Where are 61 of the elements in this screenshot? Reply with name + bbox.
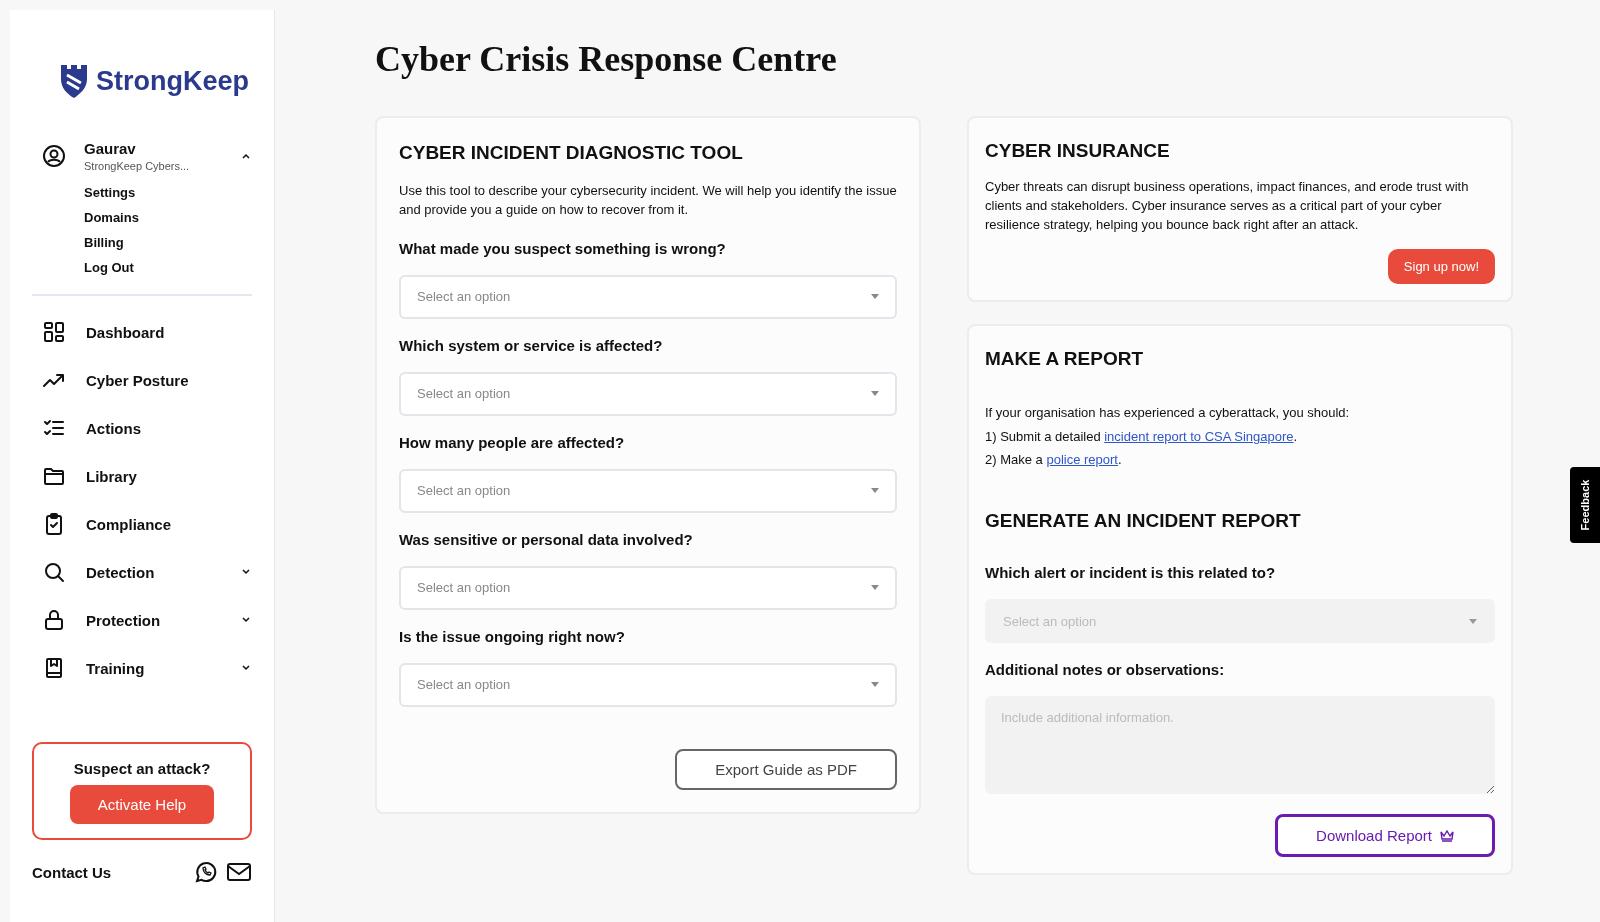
card-heading: MAKE A REPORT [985, 347, 1144, 370]
nav-link[interactable]: Actions [86, 419, 252, 437]
nav-link[interactable]: Library [86, 467, 252, 485]
question-label: What made you suspect something is wrong? [399, 239, 727, 257]
user-name: Gaurav [84, 140, 137, 157]
nav-link[interactable]: Protection [86, 611, 220, 629]
nav-link[interactable]: Detection [86, 563, 220, 581]
select-field[interactable]: Select an option [399, 662, 897, 707]
sign-up-button[interactable]: Sign up now! [1387, 248, 1495, 284]
caret-icon [871, 294, 879, 300]
caret-icon [1469, 618, 1477, 624]
question-label: Was sensitive or personal data involved? [399, 530, 694, 548]
nav-icon [42, 560, 66, 584]
caret-icon [871, 682, 879, 688]
export-pdf-button[interactable]: Export Guide as PDF [675, 748, 897, 790]
mail-icon[interactable] [226, 860, 252, 884]
question-label: How many people are affected? [399, 433, 626, 451]
question-label: Which system or service is affected? [399, 336, 664, 354]
nav-icon [42, 320, 66, 344]
profile-menu-item[interactable]: Settings [84, 180, 252, 205]
select-field[interactable]: Select an option [399, 371, 897, 416]
caret-icon [871, 585, 879, 591]
brand-name: StrongKeep [96, 65, 249, 97]
report-intro: If your organisation has experienced a cyberattack, you should: [985, 403, 1351, 422]
card-heading: CYBER INCIDENT DIAGNOSTIC TOOL [399, 142, 744, 164]
report-link[interactable]: incident report to CSA Singapore [1104, 429, 1294, 445]
select-field[interactable]: Select an option [399, 274, 897, 319]
page-title: Cyber Crisis Response Centre [375, 38, 838, 80]
profile-menu-item[interactable]: Domains [84, 205, 252, 230]
nav-link[interactable]: Dashboard [86, 323, 252, 341]
nav-link[interactable]: Training [86, 659, 220, 677]
insurance-text: Cyber threats can disrupt business operations, impact finances, and erode trust with clients and stakeholders. Cyber insurance serves as a critical part of your cyber resilience strategy, helping you bounce back right after an attack. [985, 178, 1470, 234]
caret-icon [871, 391, 879, 397]
user-circle-icon [42, 144, 66, 168]
activate-help-button[interactable]: Activate Help [69, 785, 215, 824]
select-field[interactable]: Select an option [399, 468, 897, 513]
question-label: Is the issue ongoing right now? [399, 627, 626, 645]
feedback-tab[interactable]: Feedback [1570, 467, 1600, 543]
report-step: 1) Submit a detailed incident report to CSA Singapore. [985, 428, 1495, 448]
select-field[interactable]: Select an option [399, 565, 897, 610]
question-label: Which alert or incident is this related to? [985, 564, 1277, 582]
nav-icon [42, 608, 66, 632]
organization-name: StrongKeep Cybers... [84, 160, 191, 172]
help-title: Suspect an attack? [73, 760, 211, 777]
report-step: 2) Make a police report. [985, 451, 1495, 471]
caret-icon [871, 488, 879, 494]
notes-field[interactable]: Include additional information. [985, 696, 1495, 795]
chat-bubble-phone-icon[interactable] [194, 860, 218, 884]
card-heading: GENERATE AN INCIDENT REPORT [985, 510, 1302, 533]
crown-icon [1440, 829, 1454, 842]
intro-text: Use this tool to describe your cybersecurity incident. We will help you identify the issue and provide you a guide on how to recover from it. [399, 182, 897, 219]
profile-menu-item[interactable]: Billing [84, 230, 252, 255]
contact-label: Contact Us [32, 863, 113, 881]
profile-menu-item[interactable]: Log Out [84, 255, 252, 280]
shield-logo-icon [58, 62, 90, 100]
nav-link[interactable]: Compliance [86, 515, 252, 533]
question-label: Additional notes or observations: [985, 661, 1226, 679]
report-link[interactable]: police report [1046, 452, 1118, 468]
card-heading: CYBER INSURANCE [985, 140, 1171, 162]
nav-link[interactable]: Cyber Posture [86, 371, 252, 389]
download-report-button[interactable]: Download Report [1275, 814, 1495, 858]
